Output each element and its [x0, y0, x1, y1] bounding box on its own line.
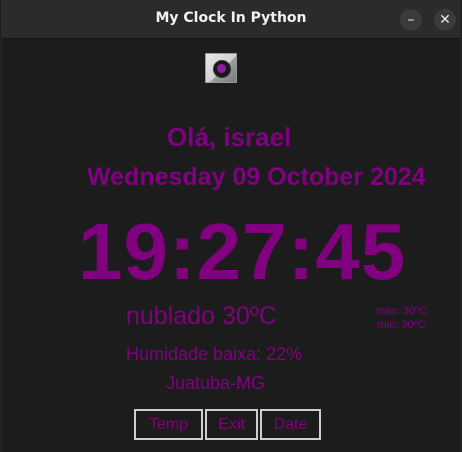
temperature-range: max: 30ºC min: 30ºC [376, 304, 427, 332]
time-display: 19:27:45 [78, 207, 407, 296]
clock-app-icon [205, 53, 237, 83]
app-window: My Clock In Python – ✕ Olá, israel Wedne… [1, 0, 461, 452]
weather-description: nublado 30ºC [126, 302, 277, 330]
max-temperature: max: 30ºC [376, 305, 428, 317]
greeting-text: Olá, israel [167, 122, 292, 152]
minimize-button[interactable]: – [400, 9, 422, 31]
date-text: Wednesday 09 October 2024 [87, 163, 426, 191]
location-text: Juatuba-MG [166, 373, 266, 393]
exit-button[interactable]: Exit [205, 409, 258, 440]
clock-content: Olá, israel Wednesday 09 October 2024 19… [2, 39, 460, 452]
title-bar[interactable]: My Clock In Python – ✕ [2, 0, 460, 39]
close-button[interactable]: ✕ [434, 9, 456, 31]
window-title: My Clock In Python [155, 10, 307, 26]
clock-icon-dot [217, 64, 226, 73]
temp-button[interactable]: Temp [134, 409, 203, 440]
min-temperature: min: 30ºC [377, 319, 426, 331]
date-button[interactable]: Date [260, 409, 321, 440]
humidity-text: Humidade baixa: 22% [126, 344, 303, 364]
